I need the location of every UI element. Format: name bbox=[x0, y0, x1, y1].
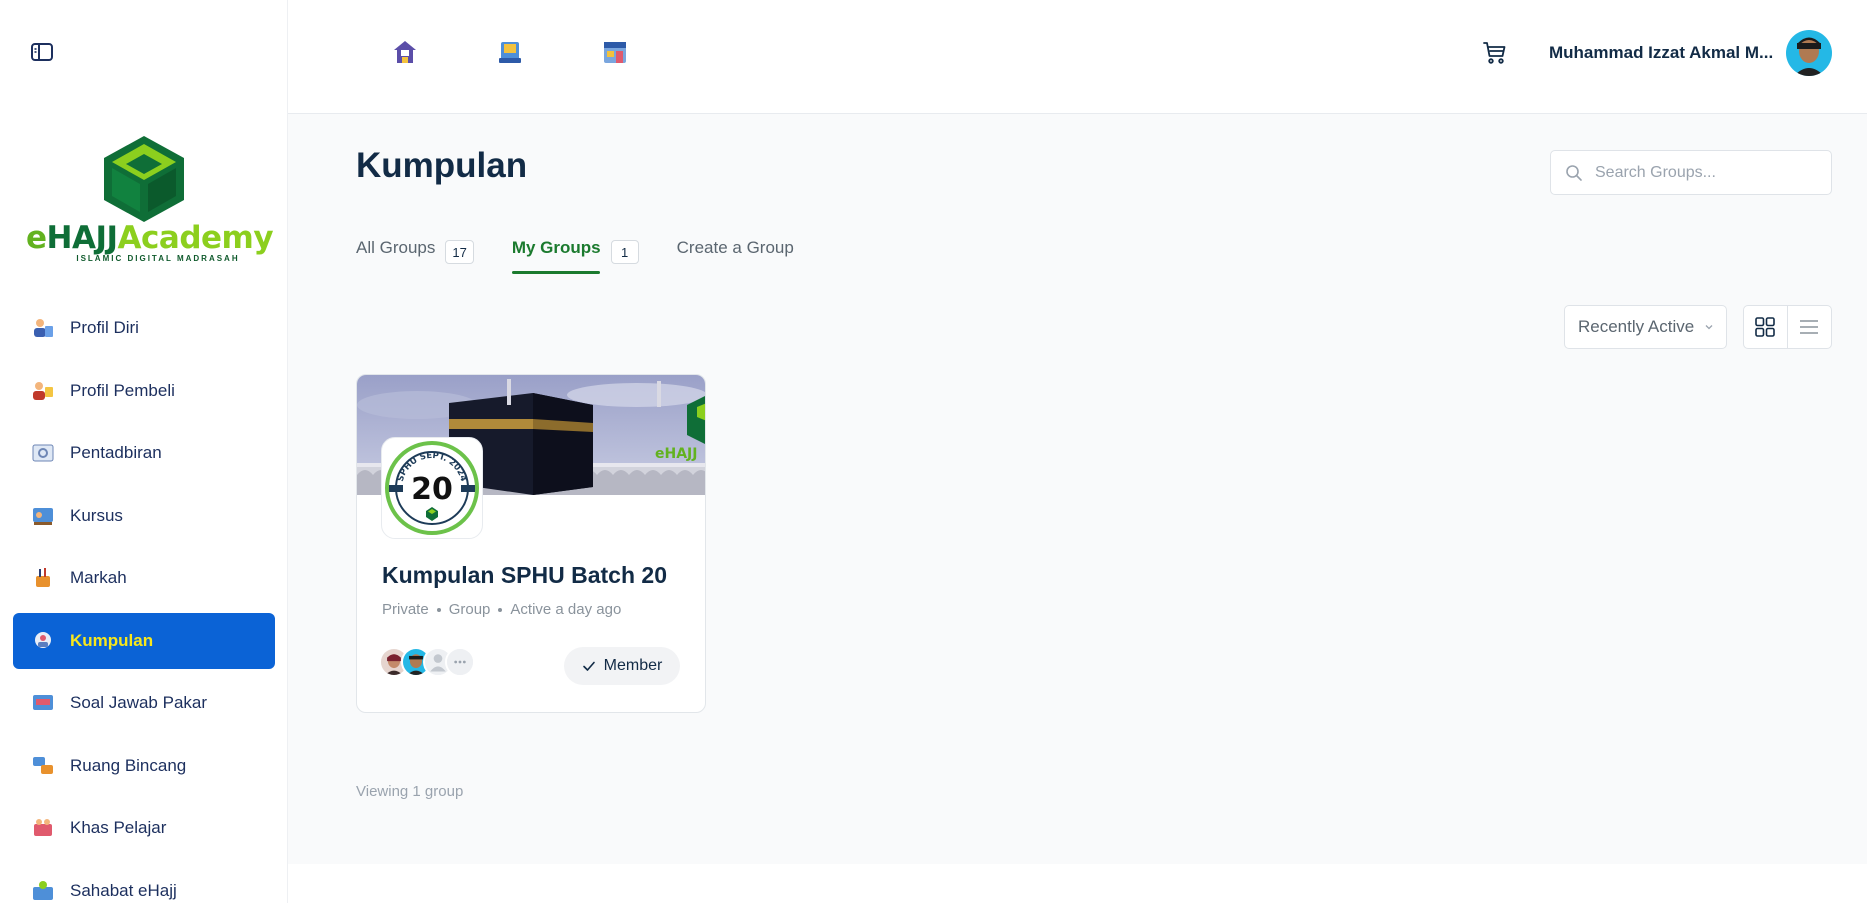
sort-label: Recently Active bbox=[1578, 317, 1695, 336]
logo-brand: HAJJ bbox=[46, 220, 119, 256]
tab-my-groups[interactable]: My Groups 1 bbox=[511, 238, 639, 276]
expert-qa-icon bbox=[33, 695, 53, 710]
discussion-icon bbox=[33, 756, 53, 774]
sidebar-item-kumpulan[interactable]: Kumpulan bbox=[13, 612, 275, 669]
sidebar-item-kursus[interactable]: Kursus bbox=[13, 488, 275, 544]
sidebar-item-label: Markah bbox=[70, 568, 127, 587]
list-icon bbox=[1800, 320, 1819, 334]
sidebar-nav: Profil Diri Profil Pembeli Pentadbiran K… bbox=[13, 300, 275, 903]
cover-brand-text: eHAJJ bbox=[655, 446, 697, 462]
buyer-profile-icon bbox=[33, 381, 53, 400]
tab-label: All Groups bbox=[356, 238, 436, 257]
logo-tagline: ISLAMIC DIGITAL MADRASAH bbox=[76, 254, 240, 263]
sidebar-toggle-icon[interactable] bbox=[30, 42, 54, 62]
group-tabs: All Groups 17 My Groups 1 Create a Group bbox=[356, 238, 832, 276]
profile-icon bbox=[34, 319, 53, 337]
member-button[interactable]: Member bbox=[564, 647, 680, 685]
sidebar-item-label: Pentadbiran bbox=[70, 443, 162, 462]
sidebar-item-label: Sahabat eHajj bbox=[70, 880, 177, 900]
count-badge: 17 bbox=[445, 240, 474, 264]
grid-icon bbox=[1755, 317, 1776, 337]
sphu-badge-icon: SPHU SEPT. 2024 20 bbox=[385, 441, 479, 535]
search-input[interactable] bbox=[1595, 163, 1815, 182]
search-box[interactable] bbox=[1550, 150, 1832, 195]
chevron-down-icon bbox=[1705, 325, 1713, 330]
friends-icon bbox=[33, 880, 53, 900]
user-avatar-icon bbox=[1786, 30, 1832, 76]
group-meta: Private Group Active a day ago bbox=[382, 601, 621, 618]
group-icon bbox=[35, 631, 51, 648]
sidebar-item-label: Profil Pembeli bbox=[70, 380, 175, 400]
footer-strip bbox=[288, 864, 1867, 903]
badge-number: 20 bbox=[411, 472, 453, 507]
list-view-button[interactable] bbox=[1788, 306, 1832, 348]
pagination-info: Viewing 1 group bbox=[356, 783, 464, 800]
page-title: Kumpulan bbox=[356, 146, 528, 185]
more-members-button[interactable] bbox=[445, 647, 475, 677]
sidebar-item-ruang-bincang[interactable]: Ruang Bincang bbox=[13, 738, 275, 794]
sidebar-item-profil-pembeli[interactable]: Profil Pembeli bbox=[13, 363, 275, 419]
sidebar: eHAJJAcademy ISLAMIC DIGITAL MADRASAH Pr… bbox=[0, 0, 288, 903]
sidebar-item-sahabat-ehajj[interactable]: Sahabat eHajj bbox=[13, 863, 275, 903]
avatar[interactable] bbox=[1786, 30, 1832, 76]
group-activity: Active a day ago bbox=[510, 601, 622, 618]
kaaba-logo-icon bbox=[104, 136, 184, 222]
group-type: Group bbox=[448, 601, 491, 618]
sidebar-item-label: Kumpulan bbox=[70, 630, 154, 650]
group-card[interactable]: eHAJJ SPHU SEPT. 2024 20 Kumpulan SPHU B… bbox=[356, 374, 706, 713]
check-icon bbox=[582, 661, 595, 671]
sort-dropdown[interactable]: Recently Active bbox=[1564, 305, 1727, 349]
logo-wordmark: eHAJJAcademy bbox=[26, 220, 274, 256]
group-privacy: Private bbox=[382, 601, 429, 618]
sidebar-item-label: Khas Pelajar bbox=[70, 818, 167, 837]
course-icon bbox=[33, 507, 53, 525]
count-badge: 1 bbox=[610, 240, 639, 264]
tab-create-group[interactable]: Create a Group bbox=[677, 238, 794, 276]
logo-prefix: e bbox=[26, 220, 47, 256]
sidebar-item-soal-jawab-pakar[interactable]: Soal Jawab Pakar bbox=[13, 675, 275, 731]
more-icon bbox=[447, 649, 473, 675]
group-title[interactable]: Kumpulan SPHU Batch 20 bbox=[382, 562, 667, 589]
grid-view-button[interactable] bbox=[1744, 306, 1788, 348]
search-icon bbox=[1566, 164, 1582, 181]
sidebar-item-label: Ruang Bincang bbox=[70, 755, 187, 775]
sidebar-item-label: Kursus bbox=[70, 505, 123, 525]
view-toggle bbox=[1743, 305, 1832, 349]
tab-label: My Groups bbox=[511, 238, 601, 257]
member-button-label: Member bbox=[603, 657, 663, 674]
sidebar-item-label: Soal Jawab Pakar bbox=[70, 693, 208, 712]
sidebar-item-profil-diri[interactable]: Profil Diri bbox=[13, 300, 275, 356]
group-avatar[interactable]: SPHU SEPT. 2024 20 bbox=[381, 437, 483, 539]
grades-icon bbox=[36, 568, 50, 587]
sidebar-item-pentadbiran[interactable]: Pentadbiran bbox=[13, 425, 275, 481]
administration-icon bbox=[32, 444, 54, 462]
home-icon[interactable] bbox=[391, 38, 419, 66]
ehajj-logo[interactable]: eHAJJAcademy ISLAMIC DIGITAL MADRASAH bbox=[26, 132, 274, 264]
sidebar-item-label: Profil Diri bbox=[70, 318, 139, 337]
meta-separator bbox=[498, 607, 503, 612]
user-name[interactable]: Muhammad Izzat Akmal M... bbox=[1549, 43, 1773, 63]
tab-label: Create a Group bbox=[676, 238, 794, 257]
sidebar-item-markah[interactable]: Markah bbox=[13, 550, 275, 606]
top-header: Muhammad Izzat Akmal M... bbox=[288, 0, 1867, 114]
logo-suffix: Academy bbox=[117, 220, 274, 256]
cart-icon[interactable] bbox=[1481, 39, 1509, 67]
store-icon[interactable] bbox=[601, 38, 629, 66]
student-icon bbox=[34, 819, 52, 836]
book-icon[interactable] bbox=[496, 38, 524, 66]
meta-separator bbox=[436, 607, 441, 612]
member-avatars[interactable] bbox=[379, 647, 475, 677]
sidebar-item-khas-pelajar[interactable]: Khas Pelajar bbox=[13, 800, 275, 856]
tab-all-groups[interactable]: All Groups 17 bbox=[356, 238, 474, 276]
